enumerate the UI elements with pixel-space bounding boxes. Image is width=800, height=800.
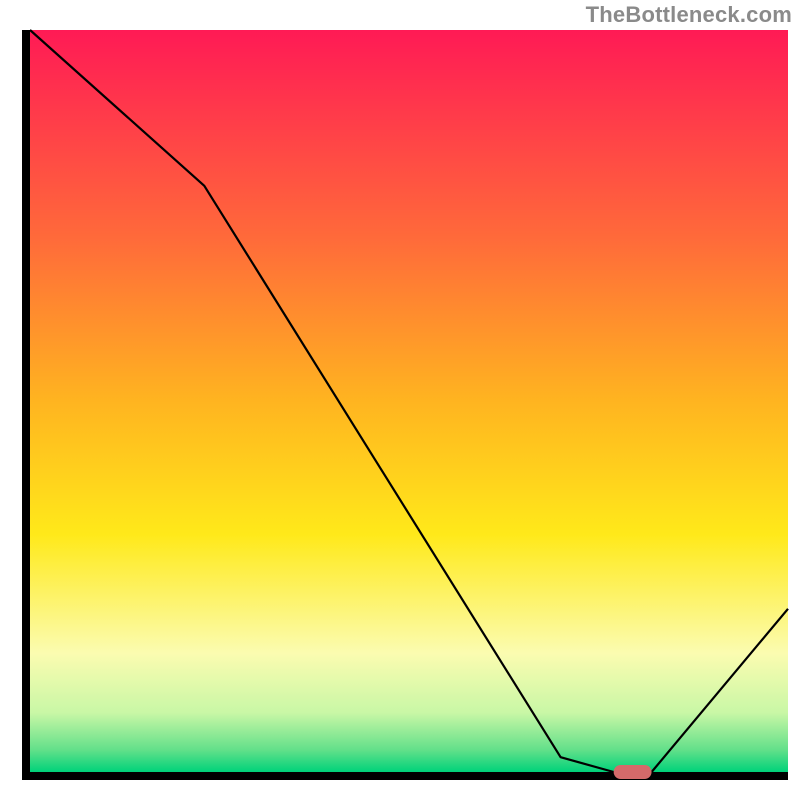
x-axis bbox=[22, 772, 788, 780]
optimum-marker bbox=[614, 765, 652, 779]
plot-background bbox=[30, 30, 788, 772]
bottleneck-chart: TheBottleneck.com bbox=[0, 0, 800, 800]
watermark-label: TheBottleneck.com bbox=[586, 2, 792, 28]
y-axis bbox=[22, 30, 30, 780]
chart-canvas bbox=[0, 0, 800, 800]
